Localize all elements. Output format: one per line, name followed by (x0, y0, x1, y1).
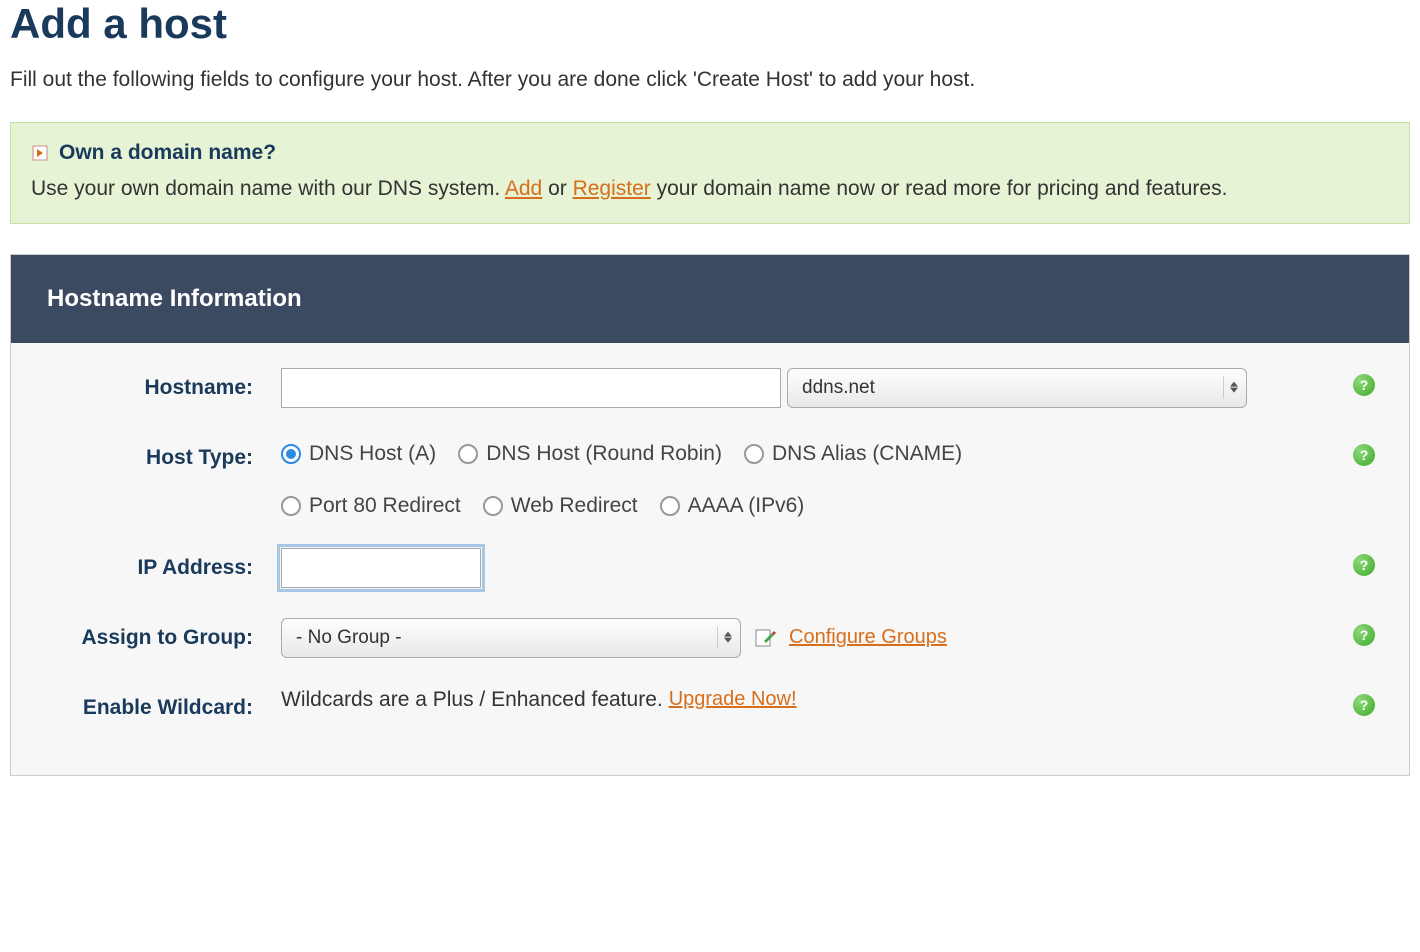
radio-label: Port 80 Redirect (309, 494, 461, 518)
radio-label: DNS Alias (CNAME) (772, 442, 962, 466)
ip-label: IP Address: (137, 556, 253, 579)
help-icon[interactable]: ? (1353, 444, 1375, 466)
page-description: Fill out the following fields to configu… (10, 68, 1410, 92)
group-row: Assign to Group: - No Group - (11, 603, 1409, 673)
radio-icon (660, 496, 680, 516)
group-select-value: - No Group - (296, 627, 402, 649)
hostname-label: Hostname: (144, 376, 253, 399)
radio-label: AAAA (IPv6) (688, 494, 805, 518)
panel-header: Hostname Information (11, 255, 1409, 343)
wildcard-text: Wildcards are a Plus / Enhanced feature. (281, 688, 663, 712)
group-label: Assign to Group: (82, 626, 254, 649)
radio-icon (281, 444, 301, 464)
notice-title: Own a domain name? (59, 141, 276, 165)
wildcard-label: Enable Wildcard: (83, 696, 253, 719)
radio-aaaa[interactable]: AAAA (IPv6) (660, 494, 805, 518)
panel-body: Hostname: ddns.net ? Host Type: (11, 343, 1409, 775)
hostname-input[interactable] (281, 368, 781, 408)
domain-select-value: ddns.net (802, 377, 875, 399)
radio-icon (483, 496, 503, 516)
hostname-panel: Hostname Information Hostname: ddns.net … (10, 254, 1410, 776)
notice-text-prefix: Use your own domain name with our DNS sy… (31, 177, 505, 200)
radio-icon (744, 444, 764, 464)
help-icon[interactable]: ? (1353, 694, 1375, 716)
select-arrows-icon (717, 626, 732, 649)
help-icon[interactable]: ? (1353, 624, 1375, 646)
notice-or: or (542, 177, 572, 200)
ip-row: IP Address: ? (11, 533, 1409, 603)
radio-label: DNS Host (A) (309, 442, 436, 466)
radio-port80[interactable]: Port 80 Redirect (281, 494, 461, 518)
radio-label: DNS Host (Round Robin) (486, 442, 722, 466)
wildcard-row: Enable Wildcard: Wildcards are a Plus / … (11, 673, 1409, 735)
hosttype-row: Host Type: DNS Host (A) DNS Host (Round … (11, 423, 1409, 533)
register-domain-link[interactable]: Register (573, 177, 651, 200)
hosttype-label: Host Type: (146, 446, 253, 469)
upgrade-link[interactable]: Upgrade Now! (669, 688, 797, 711)
edit-icon (753, 626, 777, 650)
radio-dns-rr[interactable]: DNS Host (Round Robin) (458, 442, 722, 466)
radio-icon (458, 444, 478, 464)
radio-dns-a[interactable]: DNS Host (A) (281, 442, 436, 466)
domain-select[interactable]: ddns.net (787, 368, 1247, 408)
domain-notice-box: Own a domain name? Use your own domain n… (10, 122, 1410, 224)
radio-label: Web Redirect (511, 494, 638, 518)
help-icon[interactable]: ? (1353, 554, 1375, 576)
radio-webred[interactable]: Web Redirect (483, 494, 638, 518)
notice-body: Use your own domain name with our DNS sy… (31, 173, 1389, 205)
page-title: Add a host (10, 0, 1410, 48)
add-domain-link[interactable]: Add (505, 177, 542, 200)
ip-input[interactable] (281, 548, 481, 588)
notice-text-suffix: your domain name now or read more for pr… (651, 177, 1228, 200)
hostname-row: Hostname: ddns.net ? (11, 353, 1409, 423)
radio-cname[interactable]: DNS Alias (CNAME) (744, 442, 962, 466)
radio-icon (281, 496, 301, 516)
arrow-right-icon (31, 144, 49, 162)
group-select[interactable]: - No Group - (281, 618, 741, 658)
select-arrows-icon (1223, 376, 1238, 399)
help-icon[interactable]: ? (1353, 374, 1375, 396)
configure-groups-link[interactable]: Configure Groups (789, 626, 947, 649)
